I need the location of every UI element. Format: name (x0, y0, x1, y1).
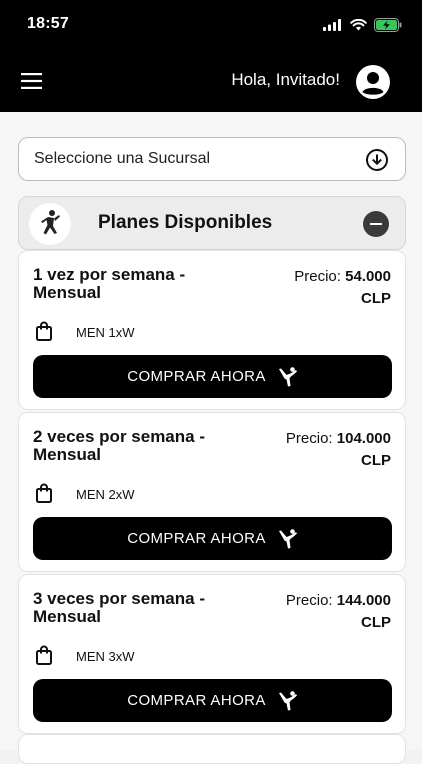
plan-card: 2 veces por semana - Mensual Precio: 104… (18, 412, 406, 572)
buy-now-button[interactable]: COMPRAR AHORA (33, 517, 392, 560)
plan-card: 3 veces por semana - Mensual Precio: 144… (18, 574, 406, 734)
plan-price: Precio: 54.000 CLP (294, 266, 391, 310)
price-value: 144.000 (336, 592, 391, 609)
section-badge (29, 203, 71, 245)
plan-price: Precio: 144.000 CLP (286, 590, 391, 634)
price-currency: CLP (361, 614, 391, 631)
greeting-text: Hola, Invitado! (231, 70, 340, 89)
main-content: Seleccione una Sucursal Planes Disponibl… (0, 112, 422, 764)
branch-select[interactable]: Seleccione una Sucursal (18, 137, 406, 181)
buy-button-label: COMPRAR AHORA (127, 530, 266, 547)
battery-charging-icon (374, 18, 402, 32)
kick-icon (278, 366, 297, 386)
menu-button[interactable] (20, 69, 44, 93)
signal-icon (323, 19, 341, 31)
plan-card-partial (18, 734, 406, 764)
plan-card: 1 vez por semana - Mensual Precio: 54.00… (18, 250, 406, 410)
plan-code: MEN 1xW (76, 325, 135, 340)
price-value: 104.000 (336, 430, 391, 447)
section-title: Planes Disponibles (98, 212, 273, 233)
buy-button-label: COMPRAR AHORA (127, 368, 266, 385)
download-circle-icon (366, 149, 388, 171)
status-time: 18:57 (27, 15, 69, 32)
price-label: Precio: (285, 592, 333, 609)
plan-code: MEN 3xW (76, 649, 135, 664)
system-indicators (323, 18, 402, 32)
shopping-bag-icon (36, 483, 52, 503)
avatar-button[interactable] (356, 65, 390, 99)
buy-now-button[interactable]: COMPRAR AHORA (33, 679, 392, 722)
branch-select-label: Seleccione una Sucursal (34, 150, 211, 167)
plan-name: 2 veces por semana - Mensual (33, 427, 205, 464)
status-bar: 18:57 (0, 0, 422, 50)
user-avatar-icon (362, 72, 384, 95)
kick-icon (278, 690, 297, 710)
shopping-bag-icon (36, 321, 52, 341)
athlete-icon (41, 210, 60, 235)
wifi-icon (350, 19, 367, 31)
price-currency: CLP (361, 290, 391, 307)
price-label: Precio: (285, 430, 333, 447)
price-label: Precio: (294, 268, 341, 285)
hamburger-menu-icon (21, 73, 42, 89)
buy-now-button[interactable]: COMPRAR AHORA (33, 355, 392, 398)
plans-section-header[interactable]: Planes Disponibles (18, 196, 406, 250)
buy-button-label: COMPRAR AHORA (127, 692, 266, 709)
plan-name: 1 vez por semana - Mensual (33, 265, 186, 302)
collapse-button[interactable] (363, 211, 389, 237)
plan-code: MEN 2xW (76, 487, 135, 502)
shopping-bag-icon (36, 645, 52, 665)
price-value: 54.000 (345, 268, 391, 285)
app-bar: Hola, Invitado! (0, 50, 422, 112)
plan-name: 3 veces por semana - Mensual (33, 589, 205, 626)
plan-price: Precio: 104.000 CLP (286, 428, 391, 472)
price-currency: CLP (361, 452, 391, 469)
kick-icon (278, 528, 297, 548)
